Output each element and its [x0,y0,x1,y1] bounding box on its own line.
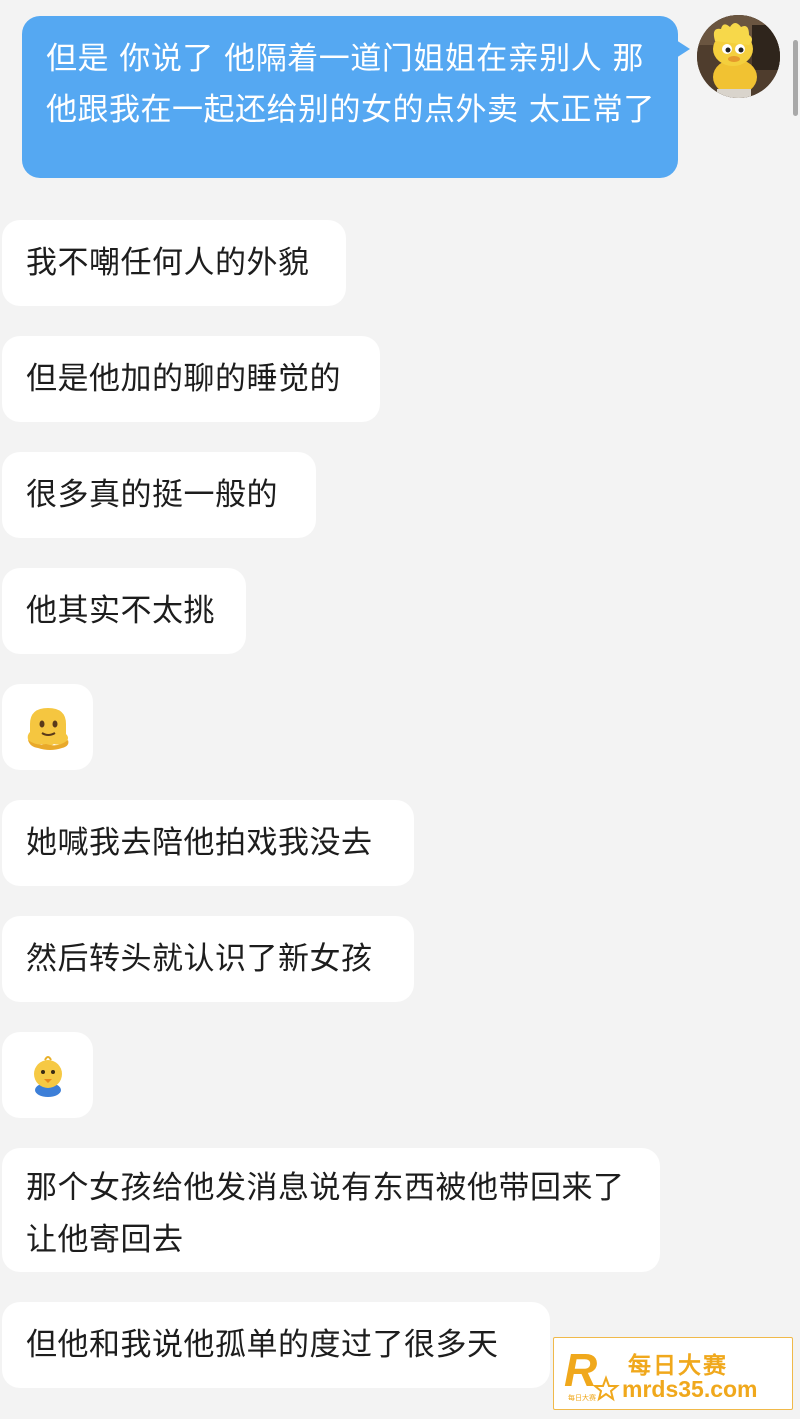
received-message-bubble[interactable]: 但他和我说他孤单的度过了很多天 [2,1302,550,1388]
scrollbar[interactable] [793,40,798,116]
received-message-bubble[interactable]: 我不嘲任何人的外貌 [2,220,346,306]
avatar[interactable] [697,15,780,98]
received-message-bubble[interactable]: 很多真的挺一般的 [2,452,316,538]
watermark-title: 每日大赛 [628,1353,728,1379]
sent-message-bubble[interactable]: 但是 你说了 他隔着一道门姐姐在亲别人 那他跟我在一起还给别的女的点外卖 太正常… [22,16,690,178]
received-message-text: 但他和我说他孤单的度过了很多天 [26,1327,499,1363]
watermark-url: mrds35.com [622,1376,758,1402]
sticker-bubble[interactable] [2,1032,93,1118]
received-message-text: 她喊我去陪他拍戏我没去 [26,825,373,861]
melting-face-emoji-icon [27,708,69,750]
received-message-bubble[interactable]: 她喊我去陪他拍戏我没去 [2,800,414,886]
yellow-chick-emoji-icon [34,1056,62,1097]
watermark: R 每日大赛 每日大赛 mrds35.com [553,1337,793,1410]
received-message-bubble[interactable]: 那个女孩给他发消息说有东西被他带回来了 让他寄回去 [2,1148,660,1272]
received-message-text: 但是他加的聊的睡觉的 [26,361,341,397]
received-message-text: 他其实不太挑 [26,593,215,629]
svg-text:R: R [564,1344,597,1396]
sent-message-text: 但是 你说了 他隔着一道门姐姐在亲别人 那他跟我在一起还给别的女的点外卖 太正常… [46,41,655,128]
received-message-bubble[interactable]: 但是他加的聊的睡觉的 [2,336,380,422]
received-message-bubble[interactable]: 他其实不太挑 [2,568,246,654]
received-message-text: 那个女孩给他发消息说有东西被他带回来了 让他寄回去 [26,1170,625,1258]
received-message-text: 很多真的挺一般的 [26,477,278,513]
received-message-text: 然后转头就认识了新女孩 [26,941,373,977]
received-message-text: 我不嘲任何人的外貌 [26,245,310,281]
chick-figure-icon [697,15,780,98]
sticker-bubble[interactable] [2,684,93,770]
svg-text:每日大赛: 每日大赛 [568,1393,596,1402]
received-message-bubble[interactable]: 然后转头就认识了新女孩 [2,916,414,1002]
watermark-logo-icon: R 每日大赛 [564,1344,620,1402]
